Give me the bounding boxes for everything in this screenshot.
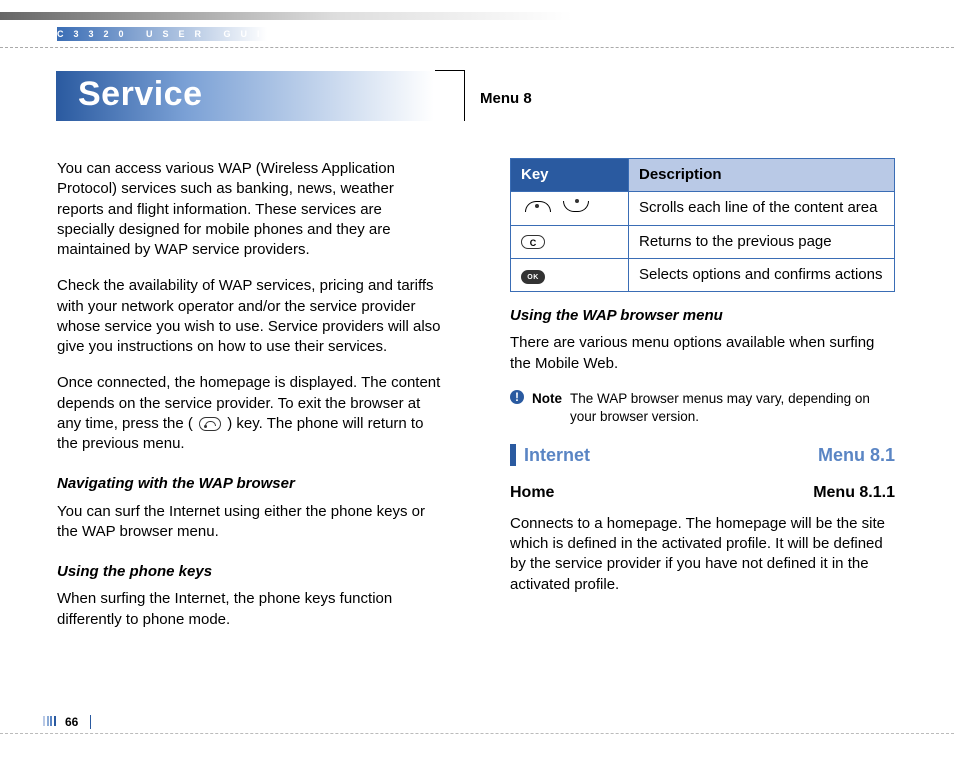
ok-key-icon: OK — [521, 270, 545, 284]
home-heading-row: Home Menu 8.1.1 — [510, 482, 895, 504]
note-text: The WAP browser menus may vary, dependin… — [570, 390, 895, 426]
home-menu: Menu 8.1.1 — [813, 482, 895, 504]
end-call-icon — [199, 417, 221, 431]
intro-para-2: Check the availability of WAP services, … — [57, 276, 442, 357]
key-row-3-icon: OK — [511, 258, 629, 291]
home-label: Home — [510, 482, 554, 504]
home-para: Connects to a homepage. The homepage wil… — [510, 514, 895, 595]
right-column: Key Description Scrolls each line of the… — [510, 158, 895, 611]
page-title: Service — [56, 71, 434, 114]
guide-header: C3320 USER GUIDE — [57, 29, 302, 39]
phone-keys-para: When surfing the Internet, the phone key… — [57, 589, 442, 630]
key-row-3-desc: Selects options and confirms actions — [629, 258, 895, 291]
footer-rule: 66 — [0, 714, 954, 734]
info-icon: ! — [510, 390, 524, 404]
section-internet: Internet Menu 8.1 — [510, 444, 895, 466]
key-row-2-desc: Returns to the previous page — [629, 225, 895, 258]
subhead-phone-keys: Using the phone keys — [57, 562, 442, 582]
th-key: Key — [511, 159, 629, 192]
subhead-wap-menu: Using the WAP browser menu — [510, 306, 895, 326]
note-block: ! Note The WAP browser menus may vary, d… — [510, 390, 895, 426]
key-description-table: Key Description Scrolls each line of the… — [510, 158, 895, 292]
section-internet-title: Internet — [524, 443, 590, 467]
intro-para-3: Once connected, the homepage is displaye… — [57, 373, 442, 454]
left-column: You can access various WAP (Wireless App… — [57, 159, 442, 646]
menu-number: Menu 8 — [480, 90, 532, 107]
nav-down-icon — [563, 201, 589, 212]
top-dashed-rule — [0, 47, 954, 48]
key-row-1-icon — [511, 192, 629, 225]
th-desc: Description — [629, 159, 895, 192]
nav-para: You can surf the Internet using either t… — [57, 502, 442, 543]
page-divider — [90, 715, 91, 729]
wap-menu-para: There are various menu options available… — [510, 333, 895, 374]
title-bar: Service — [56, 71, 434, 121]
note-label: Note — [532, 390, 562, 426]
key-row-2-icon: C — [511, 225, 629, 258]
top-gradient-strip — [0, 12, 954, 20]
section-internet-menu: Menu 8.1 — [818, 443, 895, 467]
c-key-icon: C — [521, 235, 545, 249]
page-ticks-icon — [43, 715, 57, 729]
subhead-navigating: Navigating with the WAP browser — [57, 474, 442, 494]
page-number-block: 66 — [43, 715, 91, 729]
title-corner-rule — [435, 70, 465, 121]
intro-para-1: You can access various WAP (Wireless App… — [57, 159, 442, 260]
nav-up-icon — [525, 201, 551, 212]
key-row-1-desc: Scrolls each line of the content area — [629, 192, 895, 225]
page-number: 66 — [65, 715, 78, 729]
